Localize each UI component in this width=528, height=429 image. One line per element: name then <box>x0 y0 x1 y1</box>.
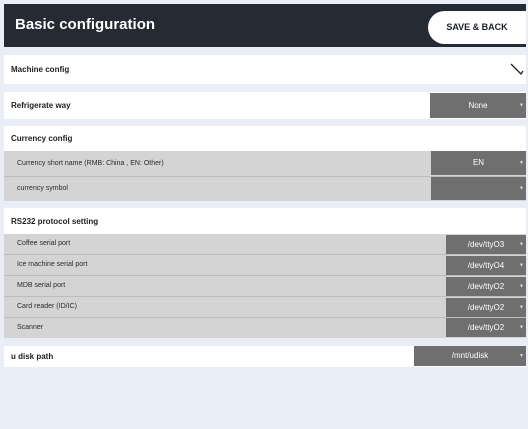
refrigerate-way-row: Refrigerate way None ▼ <box>4 92 526 119</box>
port-label: Ice machine serial port <box>17 261 88 268</box>
chevron-down-icon[interactable] <box>510 63 524 75</box>
port-label: Scanner <box>17 324 44 331</box>
dropdown-caret-icon: ▼ <box>519 304 524 310</box>
port-label: MDB serial port <box>17 282 66 289</box>
dropdown-caret-icon: ▼ <box>519 160 524 166</box>
currency-short-name-select[interactable]: EN ▼ <box>431 151 526 175</box>
refrigerate-way-label: Refrigerate way <box>11 101 71 110</box>
currency-symbol-row: currency symbol ▼ <box>4 177 526 201</box>
rs232-section: RS232 protocol setting <box>4 208 526 234</box>
port-label: Coffee serial port <box>17 240 71 247</box>
card-reader-port-select[interactable]: /dev/ttyO2 ▼ <box>446 298 526 317</box>
machine-config-label: Machine config <box>11 65 70 74</box>
refrigerate-way-select[interactable]: None ▼ <box>430 93 526 118</box>
refrigerate-way-value: None <box>468 101 488 110</box>
dropdown-caret-icon: ▼ <box>519 102 524 108</box>
currency-config-label: Currency config <box>11 134 73 143</box>
rs232-section-label: RS232 protocol setting <box>11 217 99 226</box>
port-row-ice: Ice machine serial port /dev/ttyO4 ▼ <box>4 255 526 275</box>
mdb-port-select[interactable]: /dev/ttyO2 ▼ <box>446 277 526 296</box>
port-value: /dev/ttyO4 <box>467 261 505 270</box>
port-value: /dev/ttyO3 <box>467 240 505 249</box>
port-row-card-reader: Card reader (ID/IC) /dev/ttyO2 ▼ <box>4 297 526 317</box>
dropdown-caret-icon: ▼ <box>519 324 524 330</box>
save-and-back-button[interactable]: SAVE & BACK <box>428 11 526 44</box>
udisk-path-row: u disk path /mnt/udisk ▼ <box>4 346 526 367</box>
currency-short-name-value: EN <box>472 158 485 167</box>
dropdown-caret-icon: ▼ <box>519 262 524 268</box>
page-title: Basic configuration <box>15 16 156 33</box>
currency-short-name-row: Currency short name (RMB: China , EN: Ot… <box>4 151 526 176</box>
dropdown-caret-icon: ▼ <box>519 283 524 289</box>
port-label: Card reader (ID/IC) <box>17 303 77 310</box>
dropdown-caret-icon: ▼ <box>519 353 524 359</box>
port-row-mdb: MDB serial port /dev/ttyO2 ▼ <box>4 276 526 296</box>
dropdown-caret-icon: ▼ <box>519 241 524 247</box>
machine-config-row[interactable]: Machine config <box>4 55 526 84</box>
dropdown-caret-icon: ▼ <box>519 185 524 191</box>
port-row-coffee: Coffee serial port /dev/ttyO3 ▼ <box>4 234 526 254</box>
udisk-path-label: u disk path <box>11 352 54 361</box>
port-value: /dev/ttyO2 <box>467 282 505 291</box>
currency-config-section: Currency config <box>4 126 526 151</box>
scanner-port-select[interactable]: /dev/ttyO2 ▼ <box>446 318 526 337</box>
ice-port-select[interactable]: /dev/ttyO4 ▼ <box>446 256 526 275</box>
coffee-port-select[interactable]: /dev/ttyO3 ▼ <box>446 235 526 254</box>
udisk-path-value: /mnt/udisk <box>451 351 489 360</box>
port-value: /dev/ttyO2 <box>467 323 505 332</box>
currency-symbol-label: currency symbol <box>17 185 68 192</box>
udisk-path-select[interactable]: /mnt/udisk ▼ <box>414 346 526 366</box>
top-bar: Basic configuration SAVE & BACK <box>4 4 526 47</box>
currency-symbol-field[interactable]: ▼ <box>431 177 526 200</box>
currency-short-name-label: Currency short name (RMB: China , EN: Ot… <box>17 160 164 167</box>
port-row-scanner: Scanner /dev/ttyO2 ▼ <box>4 318 526 338</box>
port-value: /dev/ttyO2 <box>467 303 505 312</box>
